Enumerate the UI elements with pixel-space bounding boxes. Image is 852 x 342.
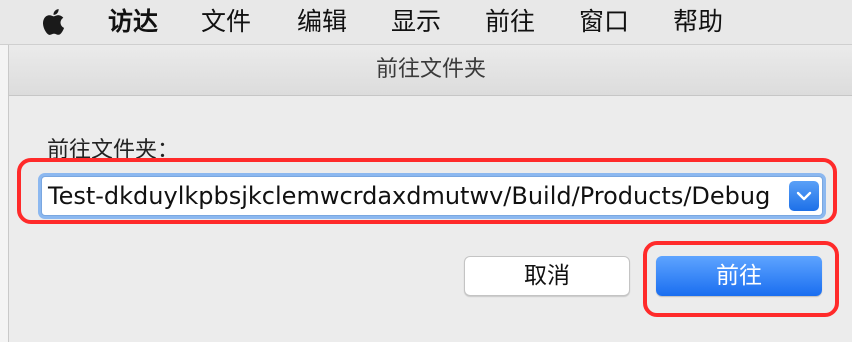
path-combobox[interactable]: Test-dkduylkpbsjkclemwcrdaxdmutwv/Build/… — [41, 176, 823, 216]
chevron-down-icon[interactable] — [789, 181, 819, 211]
go-button[interactable]: 前往 — [656, 256, 822, 296]
menu-view[interactable]: 显示 — [391, 6, 441, 38]
menu-finder[interactable]: 访达 — [108, 6, 158, 38]
menu-go[interactable]: 前往 — [485, 6, 535, 38]
menu-edit[interactable]: 编辑 — [297, 6, 347, 38]
path-input[interactable]: Test-dkduylkpbsjkclemwcrdaxdmutwv/Build/… — [42, 182, 789, 210]
menu-bar: 访达 文件 编辑 显示 前往 窗口 帮助 — [0, 0, 852, 45]
cancel-button[interactable]: 取消 — [464, 256, 630, 296]
apple-icon[interactable] — [40, 6, 70, 38]
dialog-title: 前往文件夹 — [9, 45, 852, 96]
menu-help[interactable]: 帮助 — [673, 6, 723, 38]
go-to-folder-dialog: 前往文件夹 前往文件夹： Test-dkduylkpbsjkclemwcrdax… — [8, 45, 852, 342]
menu-file[interactable]: 文件 — [201, 6, 251, 38]
menu-window[interactable]: 窗口 — [579, 6, 629, 38]
